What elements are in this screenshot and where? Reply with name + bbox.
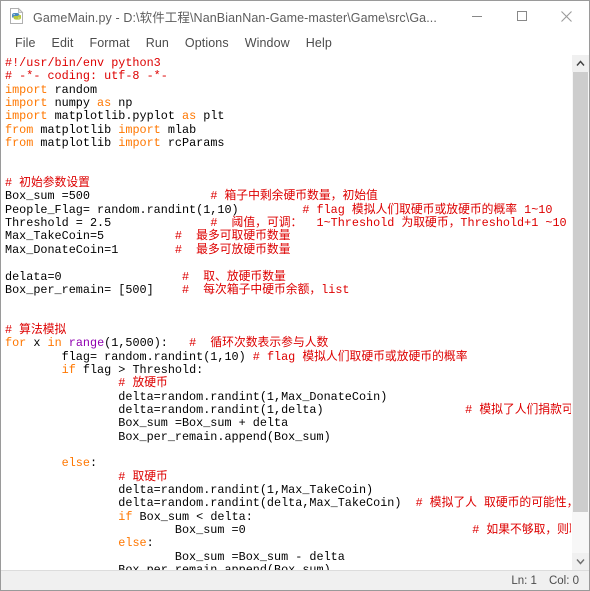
editor-region: #!/usr/bin/env python3 # -*- coding: utf… [1, 55, 589, 570]
scroll-thumb[interactable] [573, 72, 588, 512]
python-idle-file-icon [8, 7, 26, 25]
title-bar[interactable]: GameMain.py - D:\软件工程\NanBianNan-Game-ma… [1, 1, 589, 31]
status-column-number: Col: 0 [548, 574, 579, 587]
chevron-up-icon [576, 60, 585, 66]
menu-item-window[interactable]: Window [237, 34, 298, 53]
maximize-button[interactable] [499, 2, 544, 31]
close-button[interactable] [544, 2, 589, 31]
chevron-down-icon [576, 559, 585, 565]
minimize-icon [471, 16, 482, 17]
source-code[interactable]: #!/usr/bin/env python3 # -*- coding: utf… [5, 56, 571, 570]
window-title: GameMain.py - D:\软件工程\NanBianNan-Game-ma… [33, 10, 437, 25]
menu-item-file[interactable]: File [7, 34, 44, 53]
idle-editor-window: GameMain.py - D:\软件工程\NanBianNan-Game-ma… [0, 0, 590, 591]
status-bar: Ln: 1 Col: 0 [1, 570, 589, 590]
scroll-down-arrow[interactable] [572, 553, 589, 570]
menu-item-edit[interactable]: Edit [44, 34, 82, 53]
maximize-icon [516, 11, 527, 21]
menu-item-run[interactable]: Run [138, 34, 177, 53]
scrollbar-track[interactable] [572, 72, 589, 553]
minimize-button[interactable] [454, 2, 499, 31]
menu-item-help[interactable]: Help [298, 34, 340, 53]
code-text-area[interactable]: #!/usr/bin/env python3 # -*- coding: utf… [1, 55, 571, 570]
menu-item-options[interactable]: Options [177, 34, 237, 53]
close-icon [561, 10, 572, 22]
vertical-scrollbar[interactable] [571, 55, 589, 570]
scroll-up-arrow[interactable] [572, 55, 589, 72]
status-line-number: Ln: 1 [511, 574, 537, 587]
menu-item-format[interactable]: Format [82, 34, 138, 53]
menu-bar: File Edit Format Run Options Window Help [1, 31, 589, 55]
